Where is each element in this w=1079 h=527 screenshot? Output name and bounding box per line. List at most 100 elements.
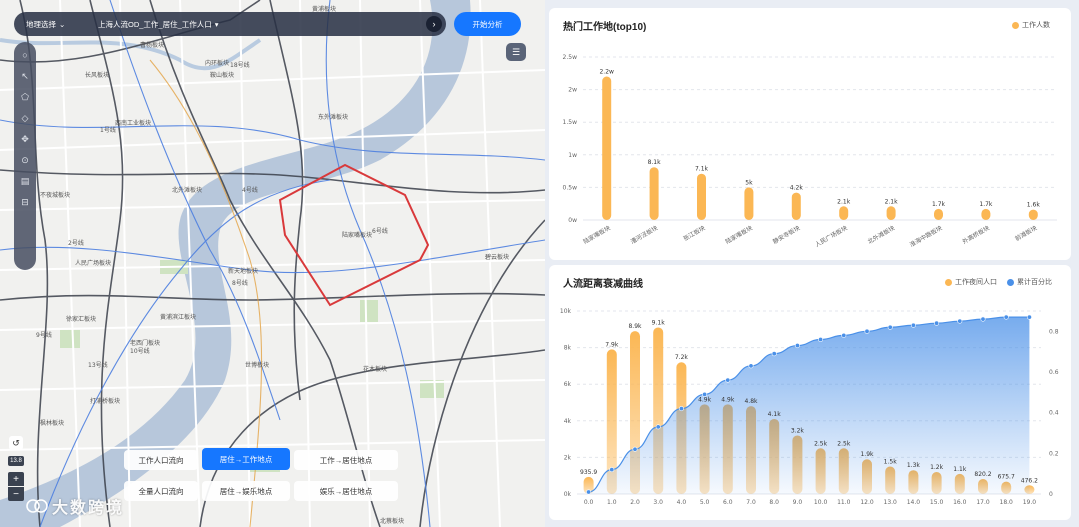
x-tick-label: 陆家嘴板块	[582, 224, 612, 246]
bar	[981, 208, 991, 220]
map-label: 世博板块	[245, 362, 270, 369]
bar-value-label: 476.2	[1021, 477, 1038, 484]
bar-value-label: 1.3k	[907, 462, 921, 469]
bar-value-label: 1.7k	[932, 201, 946, 208]
x-tick-label: 陆家嘴板块	[724, 224, 754, 246]
flow-button-home-to-leisure[interactable]: 居住→娱乐地点	[202, 481, 290, 501]
y-right-tick-label: 0.2	[1049, 450, 1059, 457]
legend-bar[interactable]: 工作夜间人口	[945, 277, 997, 287]
bar-value-label: 4.8k	[744, 398, 758, 405]
zoom-out-button[interactable]: −	[8, 487, 24, 501]
bar	[934, 208, 943, 220]
x-tick-label: 漕河泾板块	[629, 224, 659, 246]
bar-value-label: 2.5k	[814, 440, 828, 447]
x-tick-label: 外高桥板块	[961, 224, 991, 246]
flow-button-work-to-home[interactable]: 工作→居住地点	[294, 450, 398, 470]
search-bar[interactable]: 地理选择 ⌄ 上海人流OD_工作_居住_工作人口 ▾ ›	[14, 12, 446, 36]
dataset-select-label: 上海人流OD_工作_居住_工作人口	[98, 19, 212, 29]
map-view[interactable]: 黄浦板块 曹杨板块 长风板块 不夜城板块 内环板块 鞍山板块 西南工业板块 东外…	[0, 0, 545, 527]
bar-value-label: 1.1k	[953, 466, 967, 473]
legend-line[interactable]: 累计百分比	[1007, 277, 1052, 287]
x-tick-label: 0.0	[584, 499, 594, 506]
map-label: 人民广场板块	[75, 260, 112, 267]
map-label: 枫林板块	[40, 420, 65, 427]
line-point	[609, 467, 615, 473]
bar	[1028, 209, 1038, 220]
distance-decay-panel: 0k 2k 4k 6k 8k 10k 0 0.2 0.4 0.6 0.8 935.9 0.0 7.9k 1.…	[549, 265, 1071, 520]
line-point	[794, 343, 800, 349]
y-right-tick-label: 0.6	[1049, 369, 1059, 376]
top-workplaces-panel: 0w 0.5w 1w 1.5w 2w 2.5w 2.2w 陆家嘴板块 8.1k 漕河泾板块 7.1k…	[549, 8, 1071, 260]
x-tick-label: 13.0	[884, 499, 898, 506]
line-point	[725, 377, 731, 383]
line-point	[887, 324, 893, 330]
line-point	[864, 328, 870, 334]
y-right-tick-label: 0	[1049, 491, 1053, 498]
layer-icon[interactable]: ▤	[18, 174, 32, 188]
bar-value-label: 4.1k	[768, 411, 782, 418]
bar-value-label: 1.9k	[860, 451, 874, 458]
reset-view-icon[interactable]: ↺	[9, 436, 23, 450]
y-tick-label: 2w	[568, 87, 577, 94]
x-tick-label: 1.0	[607, 499, 617, 506]
start-analysis-button[interactable]: 开始分析	[454, 12, 521, 36]
y-tick-label: 0.5w	[563, 184, 578, 191]
target-icon[interactable]: ⊙	[18, 153, 32, 167]
legend-dot	[1007, 278, 1014, 286]
y-tick-label: 0w	[568, 217, 577, 224]
map-label: 长风板块	[85, 72, 110, 79]
polygon-draw-icon[interactable]: ⬠	[18, 90, 32, 104]
bar-value-label: 9.1k	[652, 319, 666, 326]
flow-button-leisure-to-home[interactable]: 娱乐→居住地点	[294, 481, 398, 501]
panel-title: 热门工作地(top10)	[563, 22, 647, 33]
x-tick-label: 9.0	[793, 499, 803, 506]
map-label: 东外滩板块	[318, 114, 349, 121]
line-point	[910, 322, 916, 328]
x-tick-label: 7.0	[746, 499, 756, 506]
line-point	[1026, 314, 1032, 320]
circle-draw-icon[interactable]: ○	[18, 48, 32, 62]
x-tick-label: 14.0	[907, 499, 921, 506]
line-point	[655, 424, 661, 430]
map-label: 2号线	[68, 240, 84, 247]
map-label: 10号线	[130, 348, 150, 355]
flow-button-all-population[interactable]: 全量人口流向	[124, 481, 198, 501]
list-menu-icon[interactable]: ☰	[506, 43, 526, 61]
dataset-select[interactable]: 上海人流OD_工作_居住_工作人口 ▾	[94, 19, 426, 30]
map-label: 9号线	[36, 332, 52, 339]
line-point	[957, 318, 963, 324]
pan-icon[interactable]: ✥	[18, 132, 32, 146]
zoom-in-button[interactable]: +	[8, 472, 24, 486]
panel-title: 人流距离衰减曲线	[563, 279, 643, 290]
legend-dot	[945, 278, 952, 286]
map-label: 13号线	[88, 362, 108, 369]
x-tick-label: 北外滩板块	[866, 224, 896, 246]
x-tick-label: 6.0	[723, 499, 733, 506]
bar-value-label: 8.9k	[628, 323, 642, 330]
bar-value-label: 7.9k	[605, 341, 619, 348]
bar-value-label: 2.2w	[599, 69, 614, 76]
bar-value-label: 675.7	[998, 474, 1015, 481]
chevron-down-icon: ⌄	[59, 19, 66, 29]
map-label: 曹杨板块	[140, 42, 165, 49]
y-tick-label: 1.5w	[563, 119, 578, 126]
legend[interactable]: 工作人数	[1012, 20, 1050, 30]
flow-button-home-to-work[interactable]: 居住→工作地点	[202, 448, 290, 470]
shape-draw-icon[interactable]: ◇	[18, 111, 32, 125]
bar-value-label: 1.7k	[979, 201, 993, 208]
map-label: 1号线	[100, 127, 116, 134]
cursor-icon[interactable]: ↖	[18, 69, 32, 83]
x-tick-label: 12.0	[860, 499, 874, 506]
flow-button-work-population[interactable]: 工作人口流向	[124, 450, 198, 470]
ruler-icon[interactable]: ⊟	[18, 195, 32, 209]
y-left-tick-label: 2k	[564, 454, 572, 461]
x-tick-label: 张江板块	[682, 224, 707, 243]
region-select[interactable]: 地理选择 ⌄	[14, 19, 94, 30]
x-tick-label: 前滩板块	[1014, 224, 1039, 243]
logo-text: 大数跨境	[52, 500, 125, 517]
map-label: 花木板块	[363, 366, 388, 373]
bar	[839, 206, 849, 220]
x-tick-label: 17.0	[976, 499, 990, 506]
chevron-right-icon[interactable]: ›	[426, 16, 442, 32]
map-label: 8号线	[232, 280, 248, 287]
